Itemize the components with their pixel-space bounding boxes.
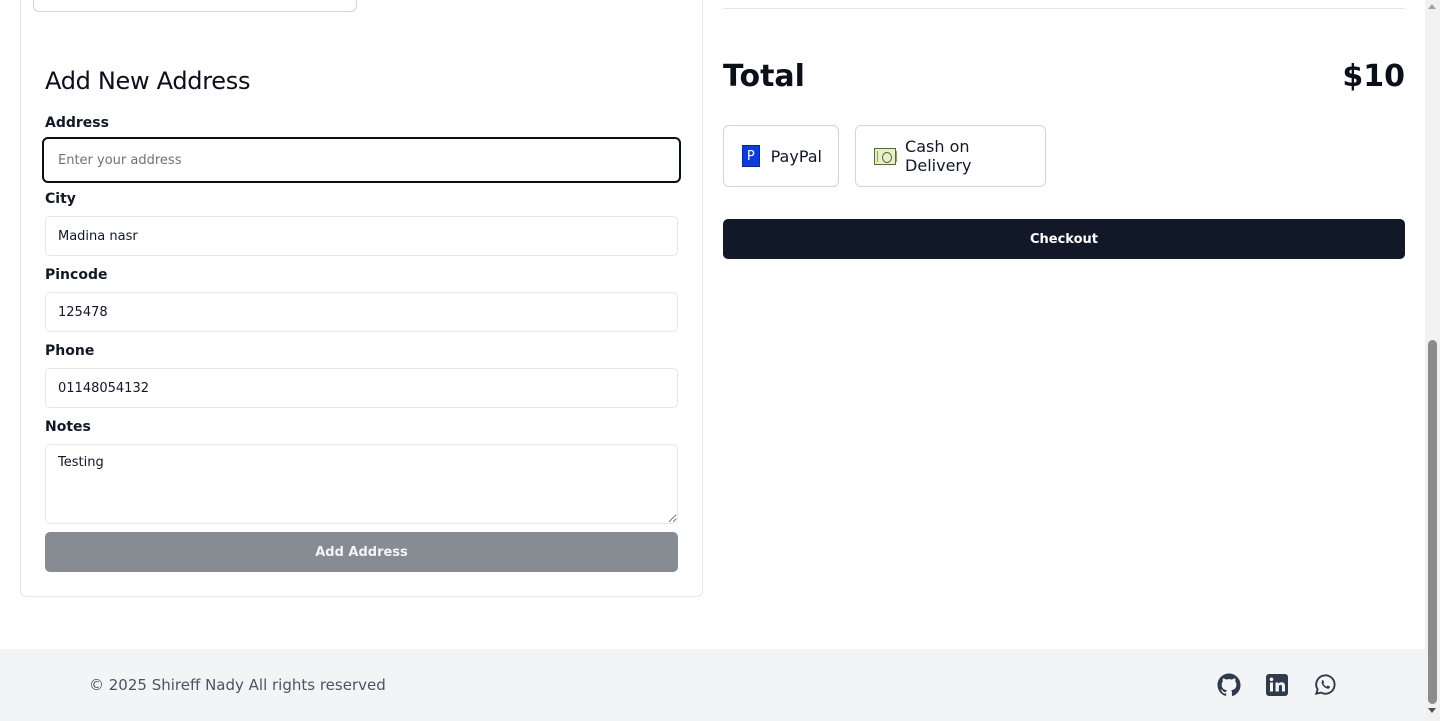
- pincode-input[interactable]: [45, 292, 678, 332]
- footer: © 2025 Shireff Nady All rights reserved: [0, 649, 1425, 721]
- payment-option-label: Cash on Delivery: [905, 137, 972, 175]
- scroll-up-arrow-icon[interactable]: [1428, 4, 1436, 9]
- github-icon[interactable]: [1217, 673, 1241, 697]
- cash-icon: [874, 147, 898, 165]
- notes-label: Notes: [45, 419, 91, 435]
- city-label: City: [45, 191, 76, 207]
- summary-divider: [723, 8, 1405, 9]
- city-input[interactable]: [45, 216, 678, 256]
- phone-label: Phone: [45, 343, 95, 359]
- footer-copyright: © 2025 Shireff Nady All rights reserved: [89, 676, 386, 694]
- linkedin-icon[interactable]: [1265, 673, 1289, 697]
- notes-textarea[interactable]: Testing: [45, 444, 678, 524]
- phone-input[interactable]: [45, 368, 678, 408]
- paypal-icon: P: [742, 145, 760, 167]
- previous-address-box: [33, 0, 357, 12]
- payment-option-label: PayPal: [770, 146, 822, 166]
- pincode-label: Pincode: [45, 267, 108, 283]
- total-label: Total: [723, 59, 805, 94]
- payment-option-cash-on-delivery[interactable]: Cash on Delivery: [855, 125, 1046, 187]
- page-scrollbar[interactable]: [1425, 0, 1440, 721]
- scrollbar-thumb[interactable]: [1428, 340, 1437, 704]
- whatsapp-icon[interactable]: [1313, 673, 1337, 697]
- address-label: Address: [45, 115, 109, 131]
- checkout-page: Add New Address Address City Pincode Pho…: [0, 0, 1440, 721]
- address-input[interactable]: [42, 137, 681, 183]
- scroll-down-arrow-icon[interactable]: [1428, 708, 1436, 713]
- add-address-title: Add New Address: [45, 67, 251, 95]
- add-address-button[interactable]: Add Address: [45, 532, 678, 572]
- checkout-button[interactable]: Checkout: [723, 219, 1405, 259]
- total-value: $10: [1342, 59, 1405, 94]
- payment-option-paypal[interactable]: P PayPal: [723, 125, 839, 187]
